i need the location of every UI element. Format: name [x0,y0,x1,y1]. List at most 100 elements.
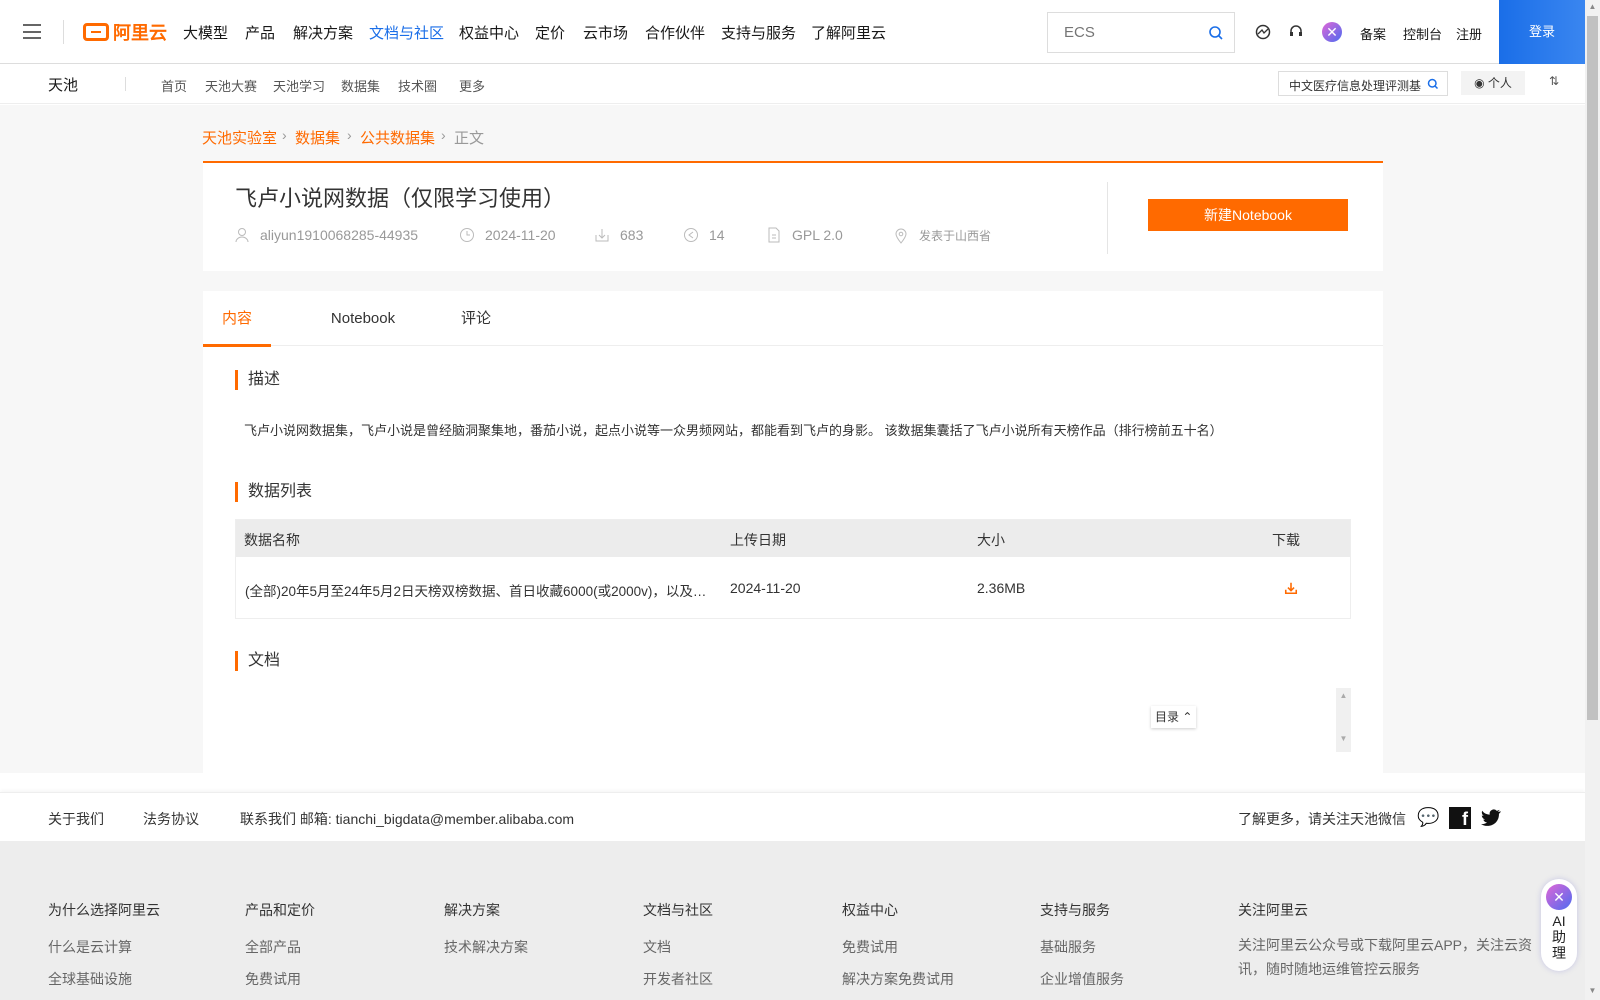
wechat-icon[interactable]: 💬 [1417,807,1439,828]
footer-link[interactable]: 解决方案免费试用 [842,969,954,989]
login-button[interactable]: 登录 [1499,0,1585,64]
search-icon[interactable] [1427,78,1439,90]
footer-link-legal[interactable]: 法务协议 [143,809,199,829]
nav-item[interactable]: 解决方案 [293,22,353,43]
cell-name[interactable]: (全部)20年5月至24年5月2日天榜双榜数据、首日收藏6000(或2000v)… [245,580,706,600]
footer-link[interactable]: 免费试用 [245,969,301,989]
breadcrumb-separator: › [441,127,446,143]
cell-size: 2.36MB [977,580,1026,596]
subnav-item[interactable]: 数据集 [341,76,380,95]
switch-icon[interactable]: ⇅ [1549,74,1559,88]
footer-link[interactable]: 全部产品 [245,937,301,957]
headset-icon[interactable] [1288,24,1304,40]
nav-item[interactable]: 了解阿里云 [811,22,886,43]
link-console[interactable]: 控制台 [1403,24,1442,43]
dataset-search-input[interactable]: 中文医疗信息处理评测基 [1289,79,1421,93]
nav-item[interactable]: 云市场 [583,22,628,43]
nav-item[interactable]: 定价 [535,22,565,43]
column-header: 大小 [977,532,1005,548]
clock-icon [460,228,474,242]
ai-logo-icon: ✕ [1546,884,1572,910]
footer-link[interactable]: 全球基础设施 [48,969,132,989]
scroll-down-arrow[interactable]: ▼ [1585,986,1600,995]
search-input[interactable] [1064,24,1204,41]
doc-scrollbar[interactable]: ▲ ▼ [1336,688,1351,752]
ai-assistant-badge[interactable]: ✕ AI助理 [1541,879,1577,971]
column-header: 下载 [1272,532,1300,548]
aliyun-logo[interactable]: 阿里云 [83,19,167,45]
nav-item[interactable]: 权益中心 [459,22,519,43]
breadcrumb-item[interactable]: 公共数据集 [360,127,435,148]
footer-link[interactable]: 基础服务 [1040,937,1096,957]
footer-link[interactable]: 技术解决方案 [444,937,528,957]
tab-label: Notebook [330,310,396,327]
nav-item[interactable]: 大模型 [183,22,228,43]
license-text: GPL 2.0 [792,227,843,243]
nav-item[interactable]: 支持与服务 [721,22,796,43]
menu-icon[interactable] [23,24,41,39]
breadcrumb-item[interactable]: 数据集 [295,127,340,148]
scroll-up-arrow[interactable]: ▲ [1585,2,1600,11]
nav-item[interactable]: 合作伙伴 [645,22,705,43]
personal-button[interactable]: ◉ 个人 [1461,71,1525,95]
search-box[interactable] [1047,12,1235,53]
download-count-icon [595,229,609,242]
scroll-down-arrow[interactable]: ▼ [1336,734,1351,743]
new-notebook-label: 新建Notebook [1204,207,1292,223]
globe-icon[interactable] [1255,24,1271,40]
footer-link[interactable]: 什么是云计算 [48,937,132,957]
footer-link[interactable]: 文档 [643,937,671,957]
subnav-item[interactable]: 天池大赛 [205,76,257,95]
footer-column-title: 关注阿里云 [1238,902,1308,918]
tab-content[interactable]: 内容 [203,291,271,347]
subnav-item[interactable]: 技术圈 [398,76,437,95]
subnav-item[interactable]: 天池学习 [273,76,325,95]
link-beian[interactable]: 备案 [1360,24,1386,43]
breadcrumb-item[interactable]: 天池实验室 [202,127,277,148]
nav-item-active[interactable]: 文档与社区 [369,22,444,43]
breadcrumb-separator: › [347,127,352,143]
footer-link[interactable]: 开发者社区 [643,969,713,989]
cell-date: 2024-11-20 [730,580,801,596]
scroll-up-arrow[interactable]: ▲ [1336,691,1351,700]
subnav-item[interactable]: 首页 [161,76,187,95]
tab-notebook[interactable]: Notebook [313,291,413,347]
twitter-icon[interactable] [1481,809,1501,827]
footer-contact[interactable]: 联系我们 邮箱: tianchi_bigdata@member.alibaba.… [240,809,574,829]
link-register[interactable]: 注册 [1456,24,1482,43]
footer-link[interactable]: 免费试用 [842,937,898,957]
scrollbar-thumb[interactable] [1587,16,1598,720]
chevron-up-icon: ⌃ [1182,710,1193,724]
tab-comments[interactable]: 评论 [443,291,509,347]
download-icon[interactable] [1284,581,1298,595]
new-notebook-button[interactable]: 新建Notebook [1148,199,1348,231]
section-title-description: 描述 [235,370,280,390]
footer-link-about[interactable]: 关于我们 [48,809,104,829]
breadcrumb-separator: › [282,127,287,143]
search-icon[interactable] [1208,25,1224,41]
share-count: 14 [709,227,725,243]
shares: 14 [683,227,725,243]
ai-label: AI助理 [1552,913,1566,961]
ai-assistant-icon[interactable]: ✕ [1322,22,1342,42]
breadcrumb-current: 正文 [454,130,485,147]
page-scrollbar[interactable]: ▲ ▼ [1585,0,1600,1000]
footer-link[interactable]: 企业增值服务 [1040,969,1124,989]
subnav-item[interactable]: 更多 [459,76,485,95]
logo-text: 阿里云 [113,23,167,43]
footer-follow-desc: 关注阿里云公众号或下载阿里云APP，关注云资讯，随时随地运维管控云服务 [1238,937,1533,977]
author-name: aliyun1910068285-44935 [260,227,419,243]
tianchi-brand[interactable]: 天池 [48,74,78,95]
divider [1107,182,1108,254]
column-header: 数据名称 [244,532,300,548]
column-header: 上传日期 [730,532,786,548]
facebook-icon[interactable]: f [1449,807,1471,829]
dataset-title: 飞卢小说网数据（仅限学习使用） [235,187,566,212]
location: 发表于山西省 [893,227,991,244]
nav-item[interactable]: 产品 [245,22,275,43]
dataset-search-box[interactable]: 中文医疗信息处理评测基 [1278,71,1448,96]
downloads: 683 [594,227,643,243]
download-count: 683 [620,227,644,243]
toc-button[interactable]: 目录 ⌃ [1151,706,1197,728]
footer-column-title: 为什么选择阿里云 [48,902,160,918]
